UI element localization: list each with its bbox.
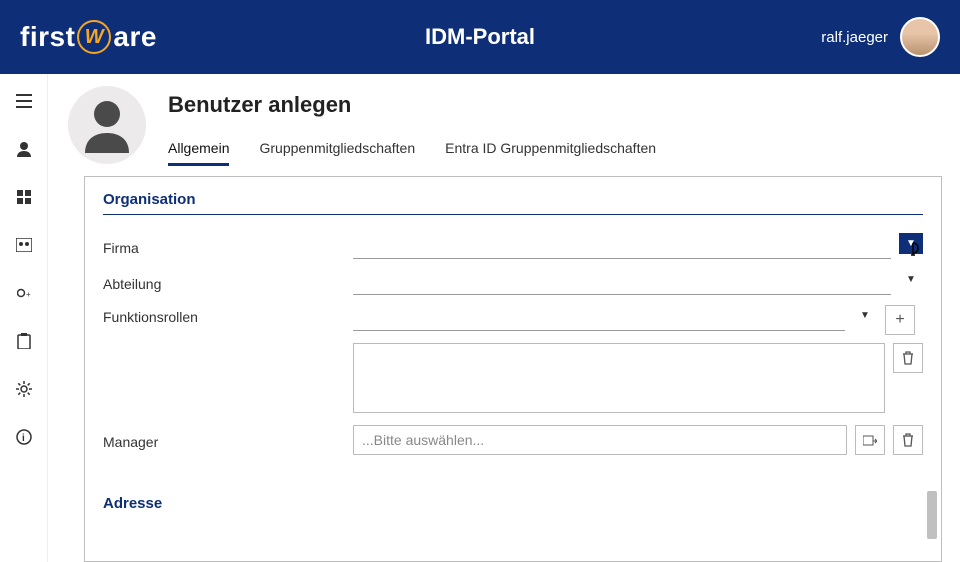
browse-manager-button[interactable]: [855, 425, 885, 455]
row-funktionsrollen: Funktionsrollen ▼ +: [103, 305, 923, 413]
tab-entra-id-gruppen[interactable]: Entra ID Gruppenmitgliedschaften: [445, 140, 656, 166]
delete-funktionsrolle-button[interactable]: [893, 343, 923, 373]
grid-icon[interactable]: [15, 188, 33, 206]
brand-text-first: first: [20, 21, 75, 53]
chevron-down-icon: ▼: [906, 274, 916, 285]
gear-small-icon[interactable]: +: [15, 284, 33, 302]
content-area: Benutzer anlegen Allgemein Gruppenmitgli…: [48, 74, 960, 562]
input-manager[interactable]: [353, 425, 847, 455]
user-icon[interactable]: [15, 140, 33, 158]
menu-icon[interactable]: [15, 92, 33, 110]
tab-bar: Allgemein Gruppenmitgliedschaften Entra …: [168, 140, 932, 166]
dropdown-abteilung-button[interactable]: ▼: [899, 269, 923, 290]
chevron-down-icon: ▼: [906, 238, 916, 249]
header-user-block[interactable]: ralf.jaeger: [821, 17, 940, 57]
label-firma: Firma: [103, 236, 353, 256]
gear-icon[interactable]: [15, 380, 33, 398]
info-icon[interactable]: i: [15, 428, 33, 446]
dropdown-firma-button[interactable]: ▼: [899, 233, 923, 254]
trash-icon: [901, 433, 915, 447]
svg-text:+: +: [26, 290, 31, 299]
folder-arrow-icon: [863, 434, 877, 446]
form-panel: Organisation Firma ▼ Abteilung ▼: [84, 176, 942, 562]
dropdown-funktionsrollen-button[interactable]: ▼: [853, 305, 877, 326]
scrollbar-thumb[interactable]: [927, 491, 937, 539]
row-manager: Manager: [103, 425, 923, 455]
input-firma[interactable]: [353, 233, 891, 259]
chevron-down-icon: ▼: [860, 310, 870, 321]
label-abteilung: Abteilung: [103, 272, 353, 292]
trash-icon: [901, 351, 915, 365]
brand-logo: first W are: [20, 20, 157, 54]
svg-text:i: i: [22, 433, 25, 444]
row-abteilung: Abteilung ▼: [103, 269, 923, 295]
avatar-icon[interactable]: [900, 17, 940, 57]
plus-icon: +: [895, 311, 904, 329]
section-heading-organisation: Organisation: [103, 191, 923, 208]
tab-allgemein[interactable]: Allgemein: [168, 140, 229, 166]
page-title: Benutzer anlegen: [168, 92, 932, 118]
add-funktionsrolle-button[interactable]: +: [885, 305, 915, 335]
section-heading-adresse: Adresse: [103, 495, 923, 512]
brand-text-last: are: [113, 21, 157, 53]
user-placeholder-icon: [68, 86, 146, 164]
section-rule: [103, 214, 923, 215]
tab-gruppenmitgliedschaften[interactable]: Gruppenmitgliedschaften: [259, 140, 415, 166]
app-title: IDM-Portal: [425, 24, 535, 50]
left-sidebar: + i: [0, 74, 48, 562]
clipboard-icon[interactable]: [15, 332, 33, 350]
app-header: first W are IDM-Portal ralf.jaeger: [0, 0, 960, 74]
funktionsrollen-listbox[interactable]: [353, 343, 885, 413]
label-funktionsrollen: Funktionsrollen: [103, 305, 353, 325]
input-abteilung[interactable]: [353, 269, 891, 295]
input-funktionsrollen[interactable]: [353, 305, 845, 331]
label-manager: Manager: [103, 430, 353, 450]
username-label: ralf.jaeger: [821, 29, 888, 46]
clear-manager-button[interactable]: [893, 425, 923, 455]
brand-w-icon: W: [77, 20, 111, 54]
title-row: Benutzer anlegen Allgemein Gruppenmitgli…: [48, 74, 960, 166]
row-firma: Firma ▼: [103, 233, 923, 259]
users-card-icon[interactable]: [15, 236, 33, 254]
